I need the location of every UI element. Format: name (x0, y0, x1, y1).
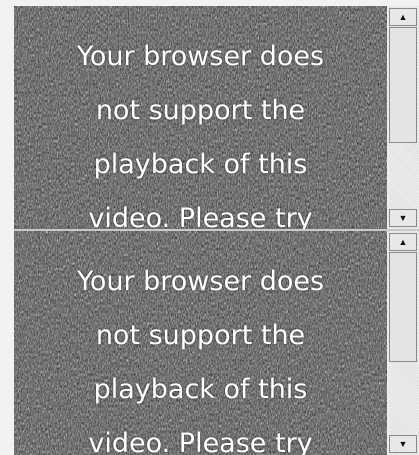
scrollbar-thumb[interactable] (389, 252, 417, 362)
arrow-up-icon: ▲ (398, 236, 408, 247)
scroll-down-button[interactable]: ▼ (389, 435, 417, 453)
vertical-scrollbar[interactable]: ▲ ▼ (387, 6, 419, 229)
unsupported-video-message: Your browser does not support the playba… (14, 30, 387, 229)
scrollbar-thumb[interactable] (389, 27, 417, 143)
video-frame-2: Your browser does not support the playba… (14, 231, 419, 455)
arrow-down-icon: ▼ (398, 438, 408, 449)
video-noise-background: Your browser does not support the playba… (14, 6, 387, 229)
message-line-4: video. Please try (88, 428, 313, 455)
unsupported-video-message: Your browser does not support the playba… (14, 255, 387, 455)
scroll-up-button[interactable]: ▲ (389, 8, 417, 26)
arrow-up-icon: ▲ (398, 11, 408, 22)
vertical-scrollbar[interactable]: ▲ ▼ (387, 231, 419, 455)
page: Your browser does not support the playba… (0, 0, 419, 455)
scroll-down-button[interactable]: ▼ (389, 209, 417, 227)
scroll-up-button[interactable]: ▲ (389, 233, 417, 251)
video-noise-background: Your browser does not support the playba… (14, 231, 387, 455)
message-line-3: playback of this (93, 149, 308, 180)
message-line-4: video. Please try (88, 203, 313, 229)
message-line-3: playback of this (93, 374, 308, 405)
message-line-1: Your browser does (76, 41, 325, 72)
message-line-2: not support the (95, 95, 306, 126)
video-frame-1: Your browser does not support the playba… (14, 6, 419, 229)
arrow-down-icon: ▼ (398, 212, 408, 223)
message-line-2: not support the (95, 320, 306, 351)
message-line-1: Your browser does (76, 266, 325, 297)
